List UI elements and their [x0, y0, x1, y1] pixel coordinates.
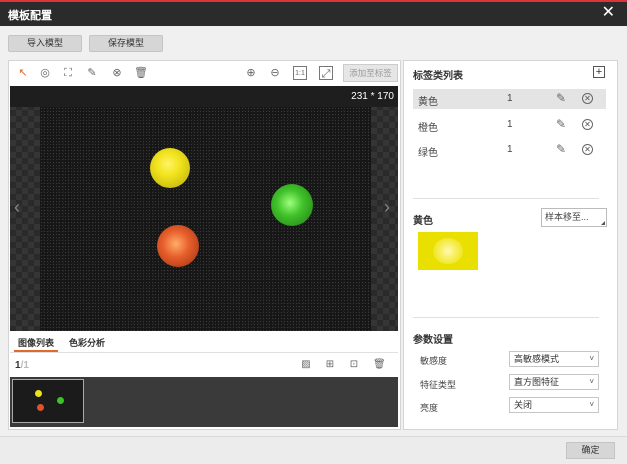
sample-preview[interactable]: [418, 232, 478, 270]
thumb-green-ball: [57, 397, 64, 404]
param-label-brightness: 亮度: [420, 403, 439, 413]
sample-image: [40, 107, 371, 331]
edit-icon[interactable]: ✎: [556, 117, 566, 131]
canvas-top-strip: [10, 86, 398, 107]
edit-icon[interactable]: ✎: [556, 142, 566, 156]
title-bar: 模板配置 ✕: [0, 0, 627, 26]
label-item-orange[interactable]: 橙色 1 ✎ ✕: [413, 115, 606, 135]
move-sample-dropdown[interactable]: 样本移至...: [541, 208, 607, 227]
import-model-button[interactable]: 导入模型: [8, 35, 82, 52]
trash-icon[interactable]: 🗑: [373, 359, 386, 371]
chevron-right-icon[interactable]: ›: [384, 198, 390, 216]
param-label-sensitivity: 敏感度: [420, 356, 448, 366]
label-name: 橙色: [418, 123, 438, 134]
brightness-value: 关闭: [514, 400, 533, 410]
import-image-icon[interactable]: ▨: [300, 359, 312, 371]
move-sample-label: 样本移至...: [545, 212, 589, 222]
pager: 1/1: [15, 360, 29, 371]
chevron-down-icon: ˅: [589, 377, 594, 386]
feature-type-select[interactable]: 直方图特征 ˅: [509, 374, 599, 390]
thumb-orange-ball: [37, 404, 44, 411]
sensitivity-value: 高敏感模式: [514, 354, 560, 364]
image-dimensions: 231 * 170: [351, 91, 394, 102]
label-name: 黄色: [418, 97, 438, 108]
sensitivity-select[interactable]: 高敏感模式 ˅: [509, 351, 599, 367]
pager-total: 1: [23, 360, 29, 371]
section-divider: [413, 198, 599, 199]
label-list-title: 标签类列表: [413, 71, 463, 82]
edit-icon[interactable]: ✎: [556, 91, 566, 105]
footer-bar: [0, 436, 627, 464]
tab-color-analysis[interactable]: 色彩分析: [69, 336, 105, 352]
chevron-left-icon[interactable]: ‹: [14, 198, 20, 216]
close-icon[interactable]: ✕: [602, 4, 615, 22]
tab-divider: [10, 352, 398, 353]
add-icon[interactable]: ⊞: [324, 359, 336, 371]
selected-label-title: 黄色: [413, 216, 433, 227]
brightness-select[interactable]: 关闭 ˅: [509, 397, 599, 413]
pointer-icon[interactable]: ↖: [16, 66, 30, 80]
delete-icon[interactable]: ✕: [582, 144, 593, 155]
chevron-down-icon: ˅: [589, 354, 594, 363]
pen-icon[interactable]: ✎: [85, 66, 99, 80]
thumb-yellow-ball: [35, 390, 42, 397]
zoom-out-icon[interactable]: ⊖: [268, 66, 282, 80]
orange-ball: [157, 225, 199, 267]
cancel-icon[interactable]: ⊗: [110, 66, 124, 80]
zoom-in-icon[interactable]: ⊕: [244, 66, 258, 80]
save-model-button[interactable]: 保存模型: [89, 35, 163, 52]
fit-window-icon[interactable]: ⤢: [319, 66, 333, 80]
dropdown-corner-icon: [601, 221, 605, 225]
add-to-label-button[interactable]: 添加至标签: [343, 64, 398, 82]
rect-select-icon[interactable]: ⛶: [61, 66, 75, 80]
actual-size-icon[interactable]: 1:1: [293, 66, 307, 80]
label-name: 绿色: [418, 148, 438, 159]
label-count: 1: [507, 93, 513, 104]
circle-select-icon[interactable]: ◎: [38, 66, 52, 80]
folder-add-icon[interactable]: ⊡: [348, 359, 360, 371]
ok-button[interactable]: 确定: [566, 442, 615, 459]
delete-icon[interactable]: ✕: [582, 119, 593, 130]
trash-icon[interactable]: 🗑: [134, 66, 148, 80]
add-label-icon[interactable]: +: [593, 66, 605, 78]
label-count: 1: [507, 144, 513, 155]
param-label-feature-type: 特征类型: [420, 380, 457, 390]
window-title: 模板配置: [8, 10, 52, 22]
sample-highlight: [433, 238, 463, 264]
thumbnail-strip: [10, 377, 398, 427]
label-count: 1: [507, 119, 513, 130]
section-divider: [413, 317, 599, 318]
image-canvas[interactable]: 231 * 170 ‹ ›: [10, 86, 398, 331]
feature-type-value: 直方图特征: [514, 377, 560, 387]
label-item-green[interactable]: 绿色 1 ✎ ✕: [413, 140, 606, 160]
chevron-down-icon: ˅: [589, 400, 594, 409]
image-thumbnail[interactable]: [12, 379, 84, 423]
params-title: 参数设置: [413, 335, 453, 346]
green-ball: [271, 184, 313, 226]
tab-image-list[interactable]: 图像列表: [14, 336, 59, 352]
label-item-yellow[interactable]: 黄色 1 ✎ ✕: [413, 89, 606, 109]
yellow-ball: [150, 148, 190, 188]
delete-icon[interactable]: ✕: [582, 93, 593, 104]
